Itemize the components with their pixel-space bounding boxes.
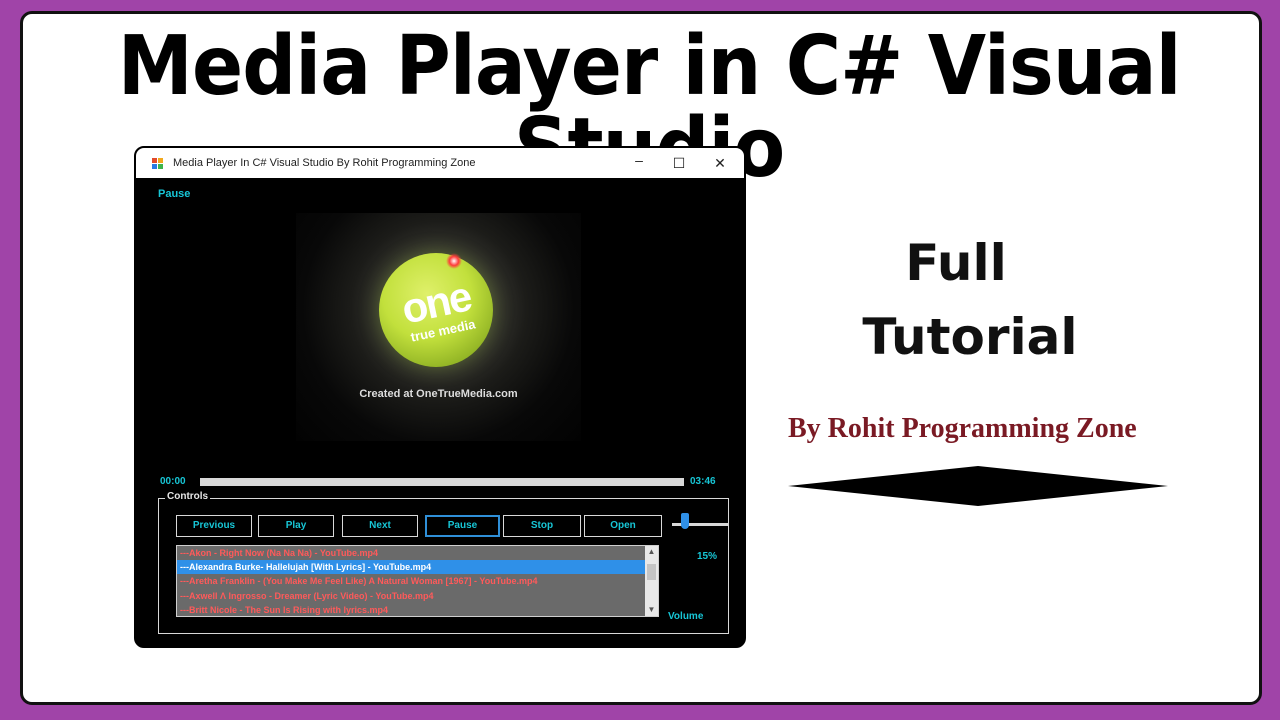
lens-flare bbox=[446, 253, 462, 269]
scroll-down-icon[interactable]: ▼ bbox=[645, 604, 658, 616]
window-title: Media Player In C# Visual Studio By Rohi… bbox=[173, 157, 476, 169]
previous-button[interactable]: Previous bbox=[176, 515, 252, 537]
volume-percent: 15% bbox=[697, 551, 718, 562]
media-player-window: Media Player In C# Visual Studio By Rohi… bbox=[134, 146, 746, 648]
next-button[interactable]: Next bbox=[342, 515, 418, 537]
video-display[interactable]: one true media Created at OneTrueMedia.c… bbox=[296, 213, 581, 441]
playlist-item[interactable]: ---Aretha Franklin - (You Make Me Feel L… bbox=[177, 574, 658, 588]
playlist-item[interactable]: ---Axwell Λ Ingrosso - Dreamer (Lyric Vi… bbox=[177, 589, 658, 603]
app-icon bbox=[152, 158, 163, 169]
one-true-media-logo: one true media bbox=[379, 253, 493, 367]
maximize-icon: ☐ bbox=[672, 155, 686, 171]
scrollbar-thumb[interactable] bbox=[647, 564, 656, 580]
player-status-label: Pause bbox=[158, 188, 191, 200]
diamond-divider bbox=[788, 466, 1168, 506]
tutorial-heading: Tutorial bbox=[862, 308, 1078, 366]
controls-group: Controls Previous Play Next Pause Stop O… bbox=[158, 491, 729, 634]
player-client-area: Pause one true media Created at OneTrueM… bbox=[146, 178, 736, 638]
playlist-item[interactable]: ---Akon - Right Now (Na Na Na) - YouTube… bbox=[177, 546, 658, 560]
scroll-up-icon[interactable]: ▲ bbox=[645, 546, 658, 558]
play-button[interactable]: Play bbox=[258, 515, 334, 537]
seek-bar[interactable] bbox=[200, 478, 684, 486]
playlist-item[interactable]: ---Britt Nicole - The Sun Is Rising with… bbox=[177, 603, 658, 616]
playlist-scrollbar[interactable]: ▲ ▼ bbox=[645, 546, 658, 616]
playlist-item-selected[interactable]: ---Alexandra Burke- Hallelujah [With Lyr… bbox=[177, 560, 658, 575]
volume-slider-thumb[interactable] bbox=[681, 513, 689, 529]
close-icon: ✕ bbox=[714, 155, 726, 171]
stop-button[interactable]: Stop bbox=[503, 515, 581, 537]
author-byline: By Rohit Programming Zone bbox=[788, 413, 1137, 444]
close-button[interactable]: ✕ bbox=[707, 153, 733, 173]
window-titlebar[interactable]: Media Player In C# Visual Studio By Rohi… bbox=[136, 148, 744, 178]
open-button[interactable]: Open bbox=[584, 515, 662, 537]
maximize-button[interactable]: ☐ bbox=[666, 153, 692, 173]
minimize-button[interactable]: – bbox=[626, 150, 652, 170]
volume-label: Volume bbox=[668, 611, 704, 622]
full-heading: Full bbox=[905, 234, 1007, 292]
pause-button[interactable]: Pause bbox=[425, 515, 500, 537]
controls-group-label: Controls bbox=[165, 491, 211, 502]
video-caption: Created at OneTrueMedia.com bbox=[359, 388, 518, 400]
minimize-icon: – bbox=[635, 152, 643, 168]
playlist-listbox[interactable]: ---Akon - Right Now (Na Na Na) - YouTube… bbox=[176, 545, 659, 617]
duration-time: 03:46 bbox=[690, 476, 716, 487]
current-time: 00:00 bbox=[160, 476, 186, 487]
